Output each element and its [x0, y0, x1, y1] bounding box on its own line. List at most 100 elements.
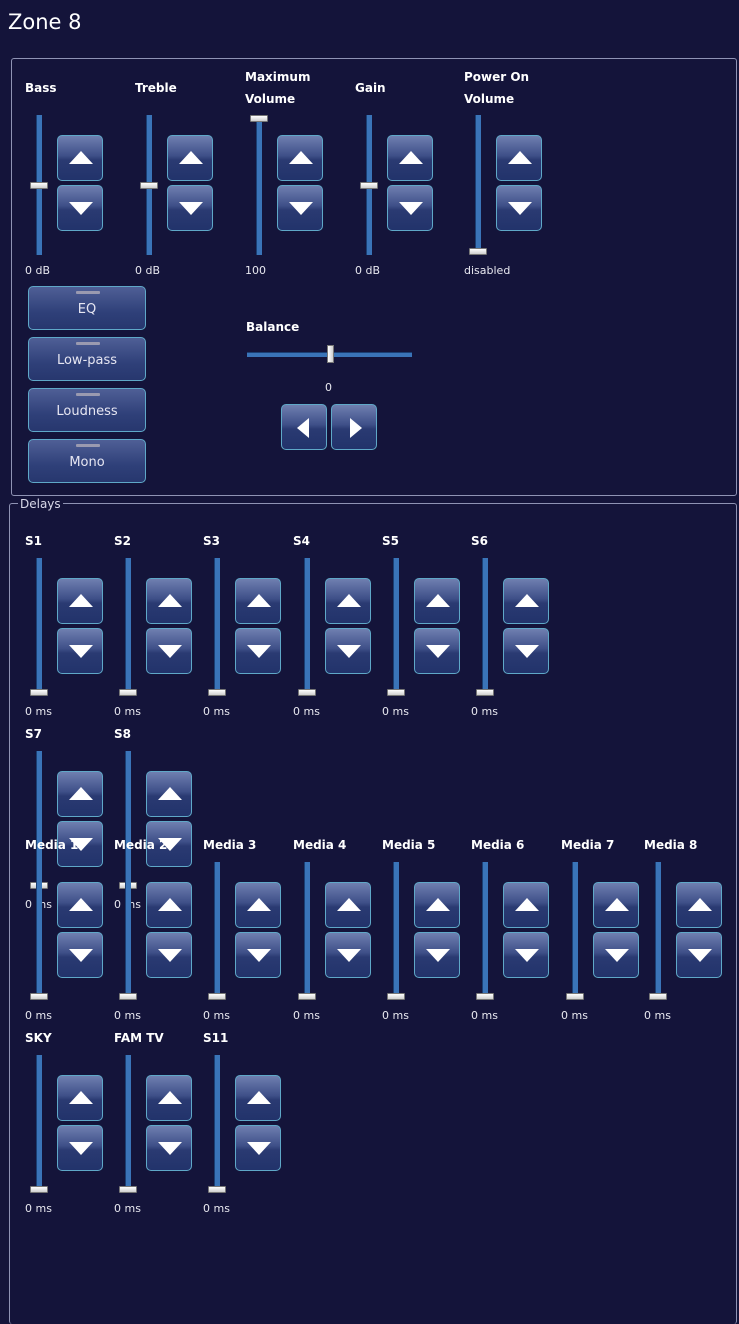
delay-17-down-button[interactable] [146, 1125, 192, 1171]
control-4-slider-thumb[interactable] [469, 248, 487, 255]
balance-left-button[interactable] [281, 404, 327, 450]
delay-3-slider-thumb[interactable] [298, 689, 316, 696]
delay-18-up-button[interactable] [235, 1075, 281, 1121]
delay-16-down-button[interactable] [57, 1125, 103, 1171]
delay-4-slider[interactable] [393, 558, 399, 696]
delay-2-up-button[interactable] [235, 578, 281, 624]
delay-16-slider[interactable] [36, 1055, 42, 1193]
control-1-slider-thumb[interactable] [140, 181, 158, 189]
delay-3-slider[interactable] [304, 558, 310, 696]
control-4-slider[interactable] [475, 115, 481, 255]
control-2-slider-thumb[interactable] [250, 115, 268, 122]
arrow-down-icon [426, 949, 450, 962]
delay-0-slider[interactable] [36, 558, 42, 696]
delay-1-slider-thumb[interactable] [119, 689, 137, 696]
delay-13-down-button[interactable] [503, 932, 549, 978]
control-2-slider[interactable] [256, 115, 262, 255]
delay-17-up-button[interactable] [146, 1075, 192, 1121]
delay-12-slider[interactable] [393, 862, 399, 1000]
delay-14-up-button[interactable] [593, 882, 639, 928]
delay-1-slider[interactable] [125, 558, 131, 696]
delay-15-down-button[interactable] [676, 932, 722, 978]
delay-18-slider[interactable] [214, 1055, 220, 1193]
delay-5-slider-thumb[interactable] [476, 689, 494, 696]
control-1-down-button[interactable] [167, 185, 213, 231]
control-4-down-button[interactable] [496, 185, 542, 231]
delay-12-up-button[interactable] [414, 882, 460, 928]
delay-0-down-button[interactable] [57, 628, 103, 674]
control-0-slider-thumb[interactable] [30, 181, 48, 189]
delay-5-down-button[interactable] [503, 628, 549, 674]
delay-13-up-button[interactable] [503, 882, 549, 928]
delay-5-slider[interactable] [482, 558, 488, 696]
delay-11-slider-thumb[interactable] [298, 993, 316, 1000]
delay-9-up-button[interactable] [146, 882, 192, 928]
balance-slider-thumb[interactable] [326, 345, 334, 363]
delay-2-down-button[interactable] [235, 628, 281, 674]
delay-17-slider-thumb[interactable] [119, 1186, 137, 1193]
delay-4-slider-thumb[interactable] [387, 689, 405, 696]
control-1-up-button[interactable] [167, 135, 213, 181]
delay-0-up-button[interactable] [57, 578, 103, 624]
delay-6-up-button[interactable] [57, 771, 103, 817]
toggle-loudness-button[interactable]: Loudness [28, 388, 146, 432]
delay-16-slider-thumb[interactable] [30, 1186, 48, 1193]
delay-9-down-button[interactable] [146, 932, 192, 978]
delay-3-up-button[interactable] [325, 578, 371, 624]
delay-5-up-button[interactable] [503, 578, 549, 624]
delay-11-down-button[interactable] [325, 932, 371, 978]
toggle-eq-button[interactable]: EQ [28, 286, 146, 330]
delay-12-down-button[interactable] [414, 932, 460, 978]
toggle-label: Low-pass [56, 353, 118, 368]
delay-17-slider[interactable] [125, 1055, 131, 1193]
control-3-slider-thumb[interactable] [360, 181, 378, 189]
delay-14-slider-thumb[interactable] [566, 993, 584, 1000]
delay-4-down-button[interactable] [414, 628, 460, 674]
control-4-value: disabled [464, 264, 511, 277]
control-0-down-button[interactable] [57, 185, 103, 231]
balance-right-button[interactable] [331, 404, 377, 450]
delay-11-up-button[interactable] [325, 882, 371, 928]
delay-14-slider[interactable] [572, 862, 578, 1000]
delay-8-slider[interactable] [36, 862, 42, 1000]
toggle-low-pass-button[interactable]: Low-pass [28, 337, 146, 381]
delay-10-down-button[interactable] [235, 932, 281, 978]
delay-12-slider-thumb[interactable] [387, 993, 405, 1000]
delay-0-slider-thumb[interactable] [30, 689, 48, 696]
control-1-label: Treble [135, 81, 177, 95]
delay-15-slider-thumb[interactable] [649, 993, 667, 1000]
delay-18-down-button[interactable] [235, 1125, 281, 1171]
control-4-up-button[interactable] [496, 135, 542, 181]
control-3-up-button[interactable] [387, 135, 433, 181]
delay-8-slider-thumb[interactable] [30, 993, 48, 1000]
arrow-up-icon [179, 151, 203, 164]
delay-15-slider[interactable] [655, 862, 661, 1000]
control-3-down-button[interactable] [387, 185, 433, 231]
control-2-down-button[interactable] [277, 185, 323, 231]
delay-18-slider-thumb[interactable] [208, 1186, 226, 1193]
delay-15-up-button[interactable] [676, 882, 722, 928]
delay-2-slider-thumb[interactable] [208, 689, 226, 696]
delay-8-down-button[interactable] [57, 932, 103, 978]
control-2-up-button[interactable] [277, 135, 323, 181]
control-0-up-button[interactable] [57, 135, 103, 181]
delay-16-up-button[interactable] [57, 1075, 103, 1121]
delay-10-slider-thumb[interactable] [208, 993, 226, 1000]
delay-13-slider-thumb[interactable] [476, 993, 494, 1000]
delay-1-up-button[interactable] [146, 578, 192, 624]
delay-13-slider[interactable] [482, 862, 488, 1000]
delay-10-up-button[interactable] [235, 882, 281, 928]
delay-4-up-button[interactable] [414, 578, 460, 624]
delay-7-up-button[interactable] [146, 771, 192, 817]
toggle-mono-button[interactable]: Mono [28, 439, 146, 483]
delay-1-down-button[interactable] [146, 628, 192, 674]
delay-9-slider-thumb[interactable] [119, 993, 137, 1000]
delay-3-down-button[interactable] [325, 628, 371, 674]
delay-10-label: Media 3 [203, 838, 257, 852]
delay-8-up-button[interactable] [57, 882, 103, 928]
delay-11-slider[interactable] [304, 862, 310, 1000]
delay-10-slider[interactable] [214, 862, 220, 1000]
delay-2-slider[interactable] [214, 558, 220, 696]
delay-9-slider[interactable] [125, 862, 131, 1000]
delay-14-down-button[interactable] [593, 932, 639, 978]
